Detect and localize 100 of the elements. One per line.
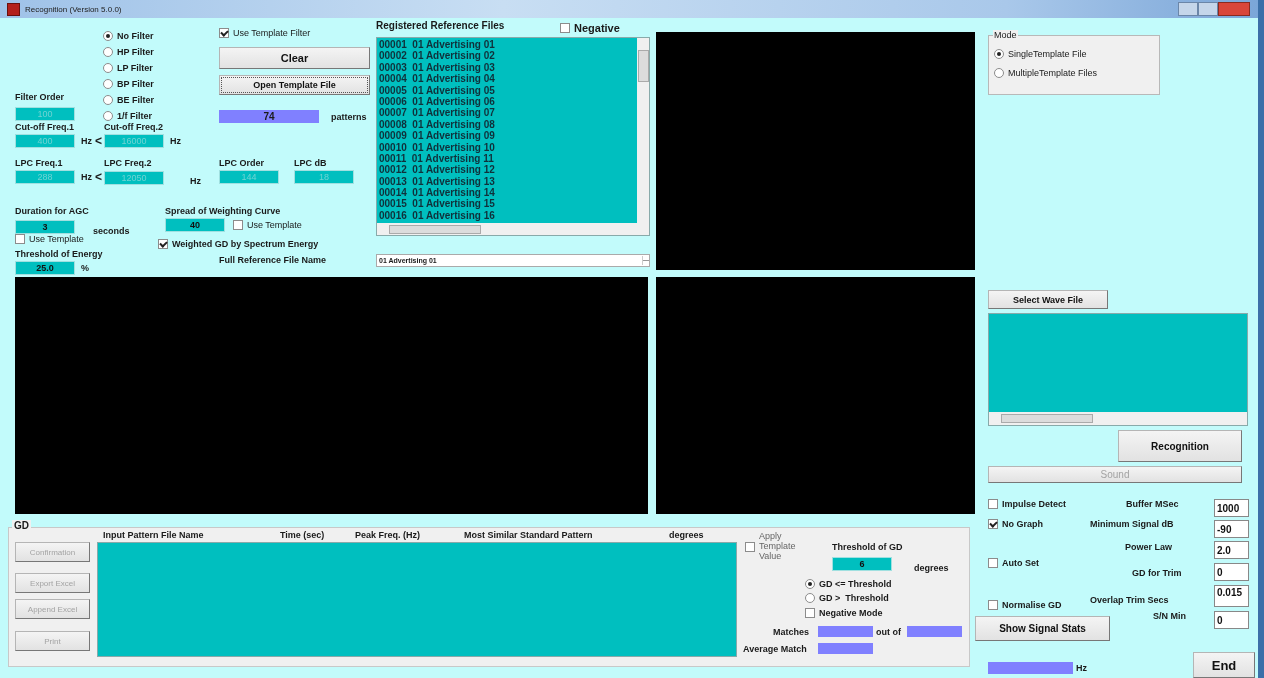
group-title: Mode	[993, 30, 1018, 40]
checkbox-label: Normalise GD	[1002, 600, 1062, 610]
comparator-label: <	[95, 170, 102, 184]
column-header: Time (sec)	[280, 530, 325, 540]
radio-button[interactable]	[805, 593, 815, 603]
field-label: Cut-off Freq.1	[15, 122, 75, 132]
input-field[interactable]: 0	[1214, 563, 1249, 581]
list-item[interactable]: 00002 01 Advertising 02	[379, 50, 495, 62]
radio-label: HP Filter	[117, 47, 154, 57]
input-field[interactable]: 1000	[1214, 499, 1249, 517]
field-label: Filter Order	[15, 92, 65, 102]
radio-button[interactable]	[103, 95, 113, 105]
list-item[interactable]: 00007 01 Advertising 07	[379, 107, 495, 119]
checkbox-label: Use Template Filter	[233, 28, 311, 38]
checkbox[interactable]	[158, 239, 168, 249]
window-title: Recognition (Version 5.0.0)	[25, 4, 122, 14]
button[interactable]: Clear	[219, 47, 370, 69]
spinner-icon[interactable]	[642, 256, 649, 265]
field-label: Matches	[773, 627, 809, 637]
column-header: Most Similar Standard Pattern	[464, 530, 593, 540]
radio-label: BP Filter	[117, 79, 154, 89]
unit-label: Hz	[170, 136, 181, 146]
output-field	[907, 626, 962, 637]
list-item[interactable]: 00006 01 Advertising 06	[379, 95, 495, 108]
radio-label: GD > Threshold	[819, 593, 889, 603]
field-label: Threshold of Energy	[15, 249, 103, 259]
radio-button[interactable]	[103, 79, 113, 89]
app-icon	[7, 2, 20, 16]
list-item[interactable]: 00008 01 Advertising 08	[379, 118, 495, 131]
radio-button[interactable]	[103, 47, 113, 57]
field-label: Spread of Weighting Curve	[165, 206, 281, 216]
checkbox-label: No Graph	[1002, 519, 1043, 529]
scrollbar[interactable]	[989, 412, 1247, 425]
radio-label: GD <= Threshold	[819, 579, 892, 589]
checkbox[interactable]	[219, 28, 229, 38]
list-title: Registered Reference Files	[376, 20, 505, 31]
input-field[interactable]: 40	[165, 218, 225, 232]
unit-label: Hz	[81, 172, 92, 182]
unit-label: degrees	[914, 563, 949, 573]
button[interactable]: End	[1193, 652, 1255, 678]
list-item[interactable]: 00001 01 Advertising 01	[379, 39, 495, 51]
radio-label: MultipleTemplate Files	[1008, 68, 1098, 78]
field-label: LPC Freq.2	[104, 158, 153, 168]
input-field[interactable]: 6	[832, 557, 892, 571]
radio-button[interactable]	[994, 68, 1004, 78]
radio-button[interactable]	[994, 49, 1004, 59]
list-item[interactable]: 00016 01 Advertising 16	[379, 209, 495, 222]
minimize-icon[interactable]	[1178, 2, 1198, 16]
scrollbar[interactable]	[637, 38, 649, 223]
checkbox[interactable]	[745, 542, 755, 552]
maximize-icon[interactable]	[1198, 2, 1218, 16]
checkbox[interactable]	[988, 499, 998, 509]
checkbox[interactable]	[805, 608, 815, 618]
radio-label: BE Filter	[117, 95, 154, 105]
unit-label: Hz	[190, 176, 201, 186]
list-item[interactable]: 00010 01 Advertising 10	[379, 141, 495, 153]
list-item[interactable]: 00004 01 Advertising 04	[379, 73, 495, 85]
input-field[interactable]: 25.0	[15, 261, 75, 275]
field-label: Duration for AGC	[15, 206, 90, 216]
list-item[interactable]: 00012 01 Advertising 12	[379, 164, 495, 176]
radio-button[interactable]	[103, 63, 113, 73]
close-icon[interactable]	[1218, 2, 1250, 16]
radio-button[interactable]	[805, 579, 815, 589]
unit-label: Hz	[81, 136, 92, 146]
radio-label: LP Filter	[117, 63, 153, 73]
checkbox[interactable]	[988, 558, 998, 568]
checkbox-label: Use Template	[247, 220, 302, 230]
column-header: Input Pattern File Name	[103, 530, 204, 540]
field-label: Minimum Signal dB	[1090, 519, 1174, 529]
checkbox[interactable]	[15, 234, 25, 244]
list-item[interactable]: 00013 01 Advertising 13	[379, 175, 495, 188]
button[interactable]: Show Signal Stats	[975, 616, 1110, 641]
input-field[interactable]: 2.0	[1214, 541, 1249, 559]
list-item[interactable]: 00011 01 Advertising 11	[379, 152, 494, 165]
field-label: Average Match	[743, 644, 807, 654]
list-item[interactable]: 00014 01 Advertising 14	[379, 187, 495, 199]
button[interactable]: Open Template File	[219, 75, 370, 95]
input-field[interactable]: 0.015	[1214, 585, 1249, 607]
list-item[interactable]: 00009 01 Advertising 09	[379, 130, 495, 142]
checkbox[interactable]	[233, 220, 243, 230]
checkbox[interactable]	[560, 23, 570, 33]
unit-label: %	[81, 263, 89, 273]
checkbox-label: Negative	[574, 22, 620, 34]
scrollbar[interactable]	[377, 223, 649, 235]
field-label: Power Law	[1125, 542, 1172, 552]
column-header: degrees	[669, 530, 704, 540]
button[interactable]: Recognition	[1118, 430, 1242, 462]
button[interactable]: Select Wave File	[988, 290, 1108, 309]
radio-button[interactable]	[103, 31, 113, 41]
checkbox[interactable]	[988, 600, 998, 610]
list-item[interactable]: 00015 01 Advertising 15	[379, 198, 495, 210]
input-field[interactable]: 0	[1214, 611, 1249, 629]
radio-label: 1/f Filter	[117, 111, 152, 121]
list-item[interactable]: 00005 01 Advertising 05	[379, 84, 495, 96]
radio-button[interactable]	[103, 111, 113, 121]
checkbox[interactable]	[988, 519, 998, 529]
input-field[interactable]: -90	[1214, 520, 1249, 538]
field-label: LPC dB	[294, 158, 328, 168]
list-item[interactable]: 00003 01 Advertising 03	[379, 61, 495, 74]
input-field[interactable]: 3	[15, 220, 75, 234]
